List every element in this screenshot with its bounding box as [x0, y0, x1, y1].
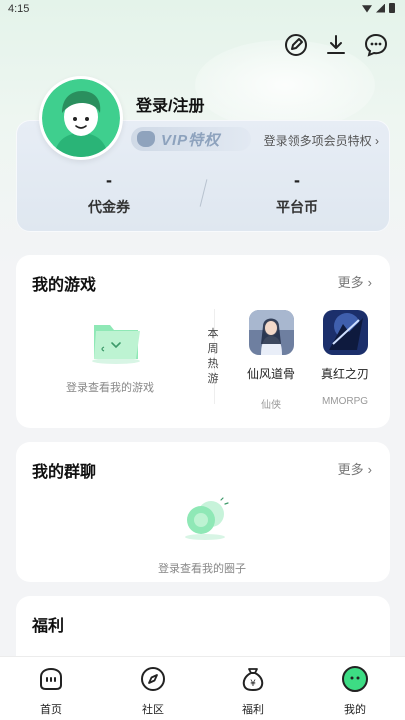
chevron-right-icon: ›: [367, 462, 372, 477]
my-groups-more-link[interactable]: 更多 ›: [338, 459, 372, 478]
my-groups-empty-text: 登录查看我的圈子: [158, 563, 246, 575]
hot-game-name: 仙风道骨: [246, 367, 295, 381]
tab-community-label: 社区: [142, 704, 164, 716]
game-cover: [248, 310, 294, 355]
edit-icon[interactable]: [283, 32, 309, 58]
welfare-title: 福利: [32, 618, 65, 635]
my-games-card: 我的游戏 更多 › 登录查看我的游戏 本周热游 仙风道骨 仙侠 真红之刃 MMOR…: [16, 255, 390, 428]
bottom-tab-bar: 首页 社区 ¥ 福利 我的: [0, 656, 405, 720]
platform-coin-label: 平台币: [276, 199, 318, 215]
hot-game-tag: 仙侠: [261, 400, 281, 411]
hot-game-name: 真红之刃: [320, 367, 369, 381]
download-icon[interactable]: [323, 32, 349, 58]
message-icon[interactable]: [363, 32, 389, 58]
voucher-value: -: [106, 170, 112, 190]
vip-badge-label: VIP特权: [161, 131, 221, 149]
cellular-icon: [376, 3, 385, 13]
my-groups-title: 我的群聊: [32, 464, 97, 481]
empty-circle-icon: [185, 497, 229, 540]
money-bag-icon: ¥: [242, 668, 264, 692]
my-games-title: 我的游戏: [32, 277, 97, 294]
profile-face-icon: [342, 666, 368, 692]
hot-game-item[interactable]: 真红之刃 MMORPG: [310, 310, 380, 407]
status-time: 4:15: [8, 3, 30, 15]
my-groups-card: 我的群聊 更多 › 登录查看我的圈子: [16, 442, 390, 582]
default-avatar-icon: [42, 79, 120, 157]
chevron-right-icon: ›: [367, 275, 372, 290]
voucher-stat[interactable]: - 代金券: [19, 171, 199, 217]
tab-home-label: 首页: [40, 704, 62, 716]
wifi-icon: [362, 5, 372, 13]
my-games-empty-text: 登录查看我的游戏: [66, 382, 154, 394]
my-games-more-label: 更多: [337, 275, 364, 290]
vip-hint-link[interactable]: 登录领多项会员特权 ›: [264, 132, 379, 149]
vip-badge: VIP特权: [131, 127, 251, 151]
tab-community[interactable]: 社区: [123, 665, 183, 717]
tab-mine[interactable]: 我的: [325, 665, 385, 717]
my-groups-more-label: 更多: [337, 462, 364, 477]
status-icons: [362, 3, 395, 13]
login-register-link[interactable]: 登录/注册: [136, 92, 204, 116]
weekly-hot-label: 本周热游: [207, 328, 219, 385]
header-actions: [283, 32, 389, 58]
platform-coin-value: -: [294, 170, 300, 190]
tab-welfare[interactable]: ¥ 福利: [223, 665, 283, 717]
hot-game-item[interactable]: 仙风道骨 仙侠: [236, 310, 306, 411]
status-bar: 4:15: [0, 0, 405, 18]
empty-folder-icon: [92, 325, 140, 364]
avatar[interactable]: [39, 76, 123, 160]
my-games-more-link[interactable]: 更多 ›: [338, 272, 372, 291]
tab-welfare-label: 福利: [242, 704, 264, 716]
compass-icon: [141, 667, 165, 691]
tab-home[interactable]: 首页: [21, 665, 81, 717]
platform-coin-stat[interactable]: - 平台币: [207, 171, 387, 217]
hot-game-tag: MMORPG: [321, 396, 369, 407]
svg-text:¥: ¥: [250, 679, 256, 689]
voucher-label: 代金券: [88, 199, 130, 215]
battery-icon: [389, 3, 395, 13]
vip-mascot-icon: [137, 131, 155, 147]
game-cover: [322, 310, 368, 355]
home-icon: [40, 667, 62, 690]
tab-mine-label: 我的: [344, 704, 366, 716]
